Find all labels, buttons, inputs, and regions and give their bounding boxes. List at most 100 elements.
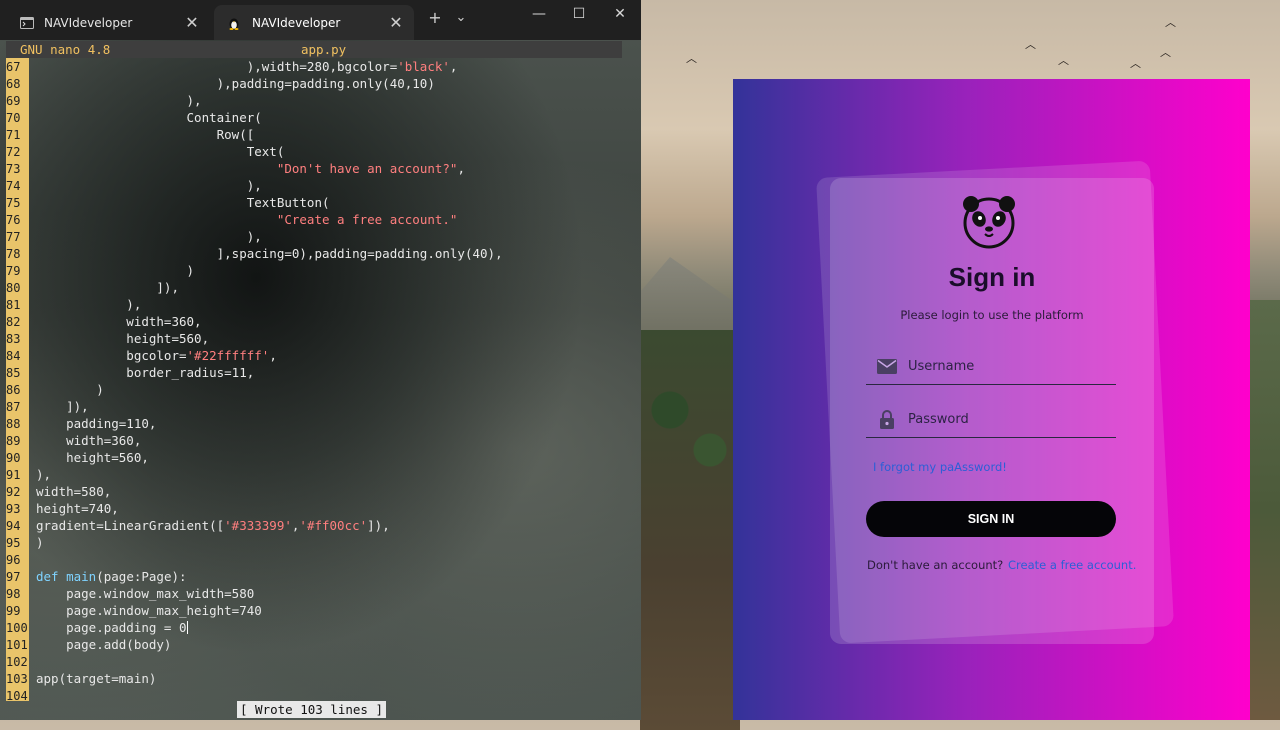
line-number: 93 [6, 502, 21, 516]
line-number: 89 [6, 434, 21, 448]
terminal-window: NAVIdeveloper ✕ NAVIdeveloper ✕ + ⌄ — ☐ … [0, 0, 641, 720]
code-text: "Don't have an account?", [276, 161, 465, 176]
wallpaper-hill [1248, 300, 1280, 720]
username-field[interactable]: Username [866, 348, 1116, 385]
code-text: page.window_max_height=740 [36, 603, 262, 618]
tab-dropdown-icon[interactable]: ⌄ [449, 10, 473, 25]
line-number: 77 [6, 230, 21, 244]
code-line: 91), [6, 466, 636, 483]
code-text: ), [36, 178, 262, 193]
code-line: 73 "Don't have an account?", [6, 160, 636, 177]
code-text: page.window_max_width=580 [36, 586, 255, 601]
line-number: 80 [6, 281, 21, 295]
code-line: 102 [6, 653, 636, 670]
line-number: 75 [6, 196, 21, 210]
code-line: 75 TextButton( [6, 194, 636, 211]
code-line: 92 width=580, [6, 483, 636, 500]
wallpaper-trees [640, 330, 740, 730]
line-number: 103 [6, 672, 28, 686]
line-number: 100 [6, 621, 28, 635]
code-line: 78 ],spacing=0),padding=padding.only(40)… [6, 245, 636, 262]
linux-penguin-icon [228, 17, 242, 30]
bird-icon: ︿ [1058, 54, 1069, 67]
bird-icon: ︿ [1130, 57, 1141, 70]
code-text: ]), [36, 280, 179, 295]
code-text: ],spacing=0),padding=padding.only(40), [36, 246, 503, 261]
close-tab-icon[interactable]: ✕ [184, 13, 200, 32]
code-line: 95) [6, 534, 636, 551]
code-text: border_radius=11, [36, 365, 255, 380]
code-line: 86 ) [6, 381, 636, 398]
code-text: Text( [36, 144, 285, 159]
username-placeholder: Username [908, 358, 975, 374]
line-number: 76 [6, 213, 21, 227]
code-text: gradient=LinearGradient(['#333399','#ff0… [36, 518, 390, 533]
line-number: 74 [6, 179, 21, 193]
create-account-link[interactable]: Create a free account. [1008, 558, 1136, 572]
code-text: ), [36, 467, 52, 482]
code-line: 101 page.add(body) [6, 636, 636, 653]
line-number: 83 [6, 332, 21, 346]
code-line: 100 page.padding = 0 [6, 619, 636, 636]
code-line: 103 app(target=main) [6, 670, 636, 687]
code-text: ),width=280,bgcolor='black', [36, 59, 458, 74]
code-text: height=560, [36, 331, 210, 346]
code-text: ), [36, 297, 142, 312]
code-text: page.padding = 0 [36, 620, 188, 635]
line-number: 92 [6, 485, 21, 499]
code-text: bgcolor='#22ffffff', [36, 348, 277, 363]
line-number: 81 [6, 298, 21, 312]
bird-icon: ︿ [686, 52, 697, 65]
line-number: 87 [6, 400, 21, 414]
code-line: 72 Text( [6, 143, 636, 160]
forgot-password-link[interactable]: I forgot my paAssword! [873, 460, 1007, 474]
bird-icon: ︿ [1160, 46, 1171, 59]
line-number: 82 [6, 315, 21, 329]
code-line: 69 ), [6, 92, 636, 109]
line-number: 84 [6, 349, 21, 363]
line-number: 78 [6, 247, 21, 261]
close-tab-icon[interactable]: ✕ [388, 13, 404, 32]
code-line: 83 height=560, [6, 330, 636, 347]
terminal-tab-2[interactable]: NAVIdeveloper ✕ [214, 5, 414, 40]
code-text: app(target=main) [36, 671, 157, 686]
login-card: Sign in Please login to use the platform… [830, 178, 1154, 644]
code-line: 74 ), [6, 177, 636, 194]
code-text: ),padding=padding.only(40,10) [36, 76, 435, 91]
line-number: 67 [6, 60, 21, 74]
new-tab-button[interactable]: + [423, 8, 447, 27]
login-app-window: Sign in Please login to use the platform… [733, 79, 1250, 720]
line-number: 97 [6, 570, 21, 584]
minimize-button[interactable]: — [524, 6, 554, 22]
maximize-button[interactable]: ☐ [564, 6, 594, 22]
panda-icon [963, 196, 1015, 249]
code-text: width=360, [36, 314, 202, 329]
line-number: 91 [6, 468, 21, 482]
code-line: 76 "Create a free account." [6, 211, 636, 228]
line-number: 69 [6, 94, 21, 108]
code-text: "Create a free account." [276, 212, 458, 227]
line-number: 98 [6, 587, 21, 601]
code-line: 88 padding=110, [6, 415, 636, 432]
line-number: 79 [6, 264, 21, 278]
line-number: 101 [6, 638, 28, 652]
code-line: 94 gradient=LinearGradient(['#333399','#f… [6, 517, 636, 534]
sign-in-button[interactable]: SIGN IN [866, 501, 1116, 537]
nano-title-bar: GNU nano 4.8 app.py [6, 41, 622, 58]
code-line: 68 ),padding=padding.only(40,10) [6, 75, 636, 92]
code-text: def main(page:Page): [36, 569, 187, 584]
code-line: 89 width=360, [6, 432, 636, 449]
code-line: 81 ), [6, 296, 636, 313]
code-line: 85 border_radius=11, [6, 364, 636, 381]
line-number: 104 [6, 689, 28, 703]
password-field[interactable]: Password [866, 401, 1116, 438]
close-window-button[interactable]: ✕ [605, 6, 635, 22]
code-text: Row([ [36, 127, 255, 142]
line-number: 90 [6, 451, 21, 465]
nano-status-message: [ Wrote 103 lines ] [237, 701, 386, 718]
code-line: 87 ]), [6, 398, 636, 415]
console-icon [20, 16, 34, 29]
terminal-tab-1[interactable]: NAVIdeveloper ✕ [6, 5, 210, 40]
code-editor[interactable]: 67 ),width=280,bgcolor='black', 68 ),padd… [6, 58, 636, 704]
code-line: 96 [6, 551, 636, 568]
